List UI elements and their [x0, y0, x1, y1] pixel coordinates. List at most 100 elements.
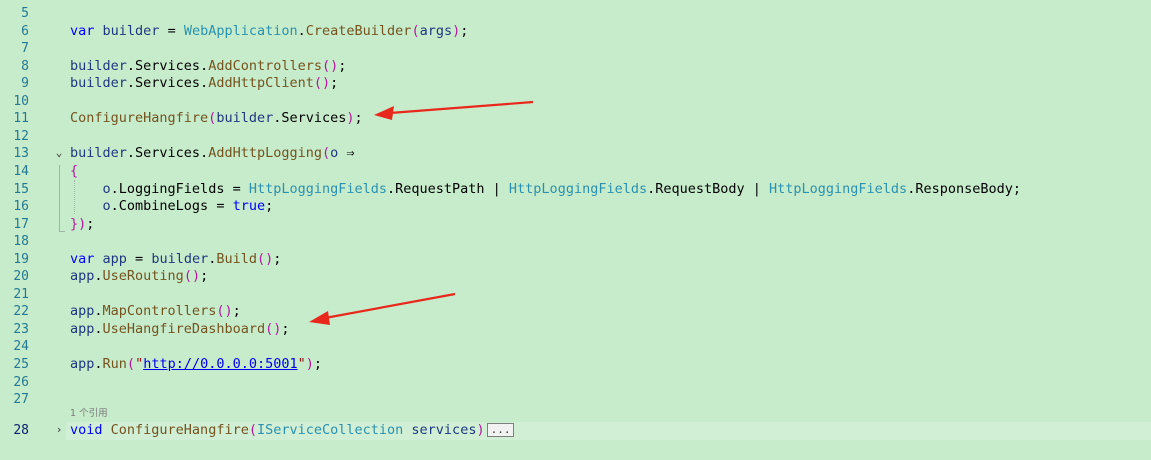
code-line[interactable]: 17}); [0, 216, 1151, 233]
code-line[interactable]: 16 o.CombineLogs = true; [0, 198, 1151, 215]
code-line[interactable]: 24 [0, 338, 1151, 355]
code-line[interactable]: 14 { [0, 163, 1151, 180]
code-text: builder.Services.AddControllers(); [70, 58, 346, 75]
line-number: 6 [21, 23, 29, 39]
code-token: ; [313, 356, 323, 372]
code-line[interactable]: 11 ConfigureHangfire(builder.Services); [0, 110, 1151, 127]
code-token: HttpLoggingFields [248, 180, 387, 197]
code-token: args [419, 22, 453, 39]
code-line[interactable]: 26 [0, 374, 1151, 391]
code-token: HttpLoggingFields [769, 180, 908, 197]
line-number: 14 [13, 163, 29, 179]
code-line[interactable]: 8 builder.Services.AddControllers(); [0, 58, 1151, 75]
code-token: Build [216, 250, 257, 267]
code-token: o [102, 180, 111, 197]
code-token: true [232, 198, 266, 215]
line-number: 15 [13, 181, 29, 197]
code-token: ConfigureHangfire [70, 110, 209, 127]
code-token[interactable]: http://0.0.0.0:5001 [143, 356, 297, 372]
line-number: 25 [13, 357, 29, 372]
code-line[interactable]: 12 [0, 128, 1151, 145]
code-editor[interactable]: ⌄ › 5 6 var builder = WebApplication.Creat… [0, 0, 1151, 460]
code-text: var app = builder.Build(); [70, 251, 281, 268]
code-token: var [70, 250, 95, 267]
code-token: ; [354, 110, 363, 127]
line-number: 21 [13, 286, 29, 302]
code-line[interactable]: 18 [0, 233, 1151, 250]
code-text: app.UseHangfireDashboard(); [70, 321, 290, 338]
code-text: o.LoggingFields = HttpLoggingFields.Requ… [70, 181, 1021, 198]
code-token: AddControllers [208, 57, 322, 74]
code-token: app [70, 268, 95, 285]
code-text: void ConfigureHangfire(IServiceCollectio… [70, 422, 515, 439]
code-line[interactable]: 6 var builder = WebApplication.CreateBuil… [0, 23, 1151, 40]
code-token: ⇒ [338, 145, 355, 162]
code-line[interactable]: 10 [0, 93, 1151, 110]
code-line[interactable]: 7 [0, 40, 1151, 57]
code-token: ( [411, 22, 420, 39]
code-token: ( [321, 145, 331, 162]
code-text: var builder = WebApplication.CreateBuild… [70, 23, 468, 40]
code-line[interactable]: 13 builder.Services.AddHttpLogging(o ⇒ [0, 145, 1151, 162]
line-number: 18 [13, 234, 29, 250]
line-number: 19 [13, 251, 29, 267]
code-token: ; [338, 57, 347, 74]
code-token: ; [265, 198, 274, 215]
line-number: 22 [13, 304, 29, 320]
code-token: services [411, 422, 477, 438]
line-number: 13 [13, 146, 29, 162]
code-token: ) [305, 356, 314, 372]
code-token: IServiceCollection [256, 422, 404, 438]
code-token: ) [476, 422, 485, 438]
code-token: ConfigureHangfire [110, 422, 249, 438]
code-text: }); [70, 216, 94, 233]
code-line[interactable]: 19 var app = builder.Build(); [0, 251, 1151, 268]
code-token: ; [200, 268, 209, 285]
code-token: ; [273, 250, 282, 267]
code-line[interactable]: 5 [0, 5, 1151, 22]
code-token: () [321, 57, 339, 74]
code-token: UseHangfireDashboard [102, 320, 266, 337]
line-number: 27 [13, 392, 29, 408]
code-token: ( [248, 422, 257, 438]
code-line[interactable]: 20 app.UseRouting(); [0, 268, 1151, 285]
code-token: () [183, 268, 201, 285]
code-token: () [257, 250, 274, 267]
code-token: () [313, 75, 331, 92]
line-number: 23 [13, 321, 29, 337]
line-number: 9 [21, 76, 29, 92]
code-token: } [70, 215, 79, 232]
code-token: ; [281, 320, 290, 337]
code-line[interactable]: 15 o.LoggingFields = HttpLoggingFields.R… [0, 181, 1151, 198]
code-line[interactable]: 25 app.Run("http://0.0.0.0:5001"); [0, 356, 1151, 373]
code-token: ; [460, 22, 469, 39]
code-token: AddHttpClient [208, 75, 314, 92]
code-line[interactable]: 22 app.MapControllers(); [0, 303, 1151, 320]
code-text: app.Run("http://0.0.0.0:5001"); [70, 356, 322, 373]
code-text: app.UseRouting(); [70, 268, 208, 285]
code-line[interactable]: 28 void ConfigureHangfire(IServiceCollect… [0, 422, 1151, 439]
line-number: 20 [13, 269, 29, 285]
code-line[interactable]: 9 builder.Services.AddHttpClient(); [0, 75, 1151, 92]
line-number: 26 [13, 374, 29, 390]
code-text: builder.Services.AddHttpLogging(o ⇒ [70, 145, 355, 162]
line-number: 11 [13, 111, 29, 127]
code-line[interactable]: 27 [0, 391, 1151, 408]
code-text: builder.Services.AddHttpClient(); [70, 75, 338, 92]
code-line[interactable]: 21 [0, 286, 1151, 303]
code-text: app.MapControllers(); [70, 303, 241, 320]
code-token: ) [452, 22, 461, 39]
code-token: ( [126, 356, 136, 372]
code-token: WebApplication [183, 22, 298, 39]
codelens-references[interactable]: 1 个引用 [70, 408, 108, 420]
code-line[interactable]: 23 app.UseHangfireDashboard(); [0, 321, 1151, 338]
code-token: { [70, 162, 79, 179]
code-token: var [70, 22, 95, 39]
code-text: ConfigureHangfire(builder.Services); [70, 110, 363, 127]
collapsed-region-button[interactable]: ... [486, 423, 515, 437]
code-token: = [159, 22, 184, 39]
code-token: " [135, 356, 144, 372]
